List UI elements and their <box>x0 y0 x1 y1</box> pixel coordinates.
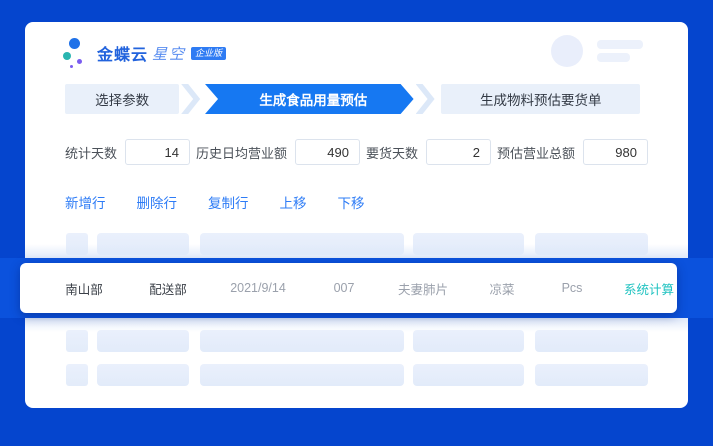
historical-daily-turnover-input[interactable] <box>295 139 360 165</box>
param-historical-daily-turnover: 历史日均营业额 <box>196 139 360 165</box>
move-down-link[interactable]: 下移 <box>338 192 365 212</box>
user-name-placeholder <box>597 40 643 49</box>
skeleton-bar <box>413 364 524 386</box>
logo-dot-teal <box>63 52 71 60</box>
param-label: 要货天数 <box>366 143 418 162</box>
step-wizard: 选择参数 生成食品用量预估 生成物料预估要货单 <box>65 84 640 114</box>
user-info-placeholder <box>597 40 643 62</box>
brand-name-primary: 金蝶云 <box>97 41 148 65</box>
page-background: 金蝶云 星空 企业版 选择参数 生成食品用量预估 生成物料预估要货单 <box>0 0 713 446</box>
table-row-skeleton <box>66 330 648 352</box>
brand-name-secondary: 星空 <box>152 43 186 64</box>
param-statistics-days: 统计天数 <box>65 139 190 165</box>
cell-code: 007 <box>306 281 382 295</box>
step-label: 生成物料预估要货单 <box>480 89 602 109</box>
kingdee-logo-icon <box>63 37 89 69</box>
table-row-skeleton <box>66 364 648 386</box>
checkbox-placeholder <box>66 330 88 352</box>
move-up-link[interactable]: 上移 <box>280 192 307 212</box>
cell-date: 2021/9/14 <box>210 281 306 295</box>
step-label: 选择参数 <box>95 89 149 109</box>
cell-unit: Pcs <box>540 281 604 295</box>
app-logo: 金蝶云 星空 企业版 <box>63 36 226 70</box>
parameter-bar: 统计天数 历史日均营业额 要货天数 预估营业总额 <box>65 139 648 165</box>
step-label: 生成食品用量预估 <box>259 89 367 109</box>
step-select-parameters[interactable]: 选择参数 <box>65 84 179 114</box>
highlighted-table-row[interactable]: 南山部 配送部 2021/9/14 007 夫妻肺片 凉菜 Pcs 系统计算 <box>20 263 677 313</box>
copy-row-link[interactable]: 复制行 <box>208 192 249 212</box>
checkbox-placeholder <box>66 364 88 386</box>
cell-store: 南山部 <box>42 279 126 298</box>
chevron-separator-icon <box>181 84 203 114</box>
step-generate-food-estimate[interactable]: 生成食品用量预估 <box>205 84 414 114</box>
logo-dot-tiny <box>70 65 73 68</box>
add-row-link[interactable]: 新增行 <box>65 192 106 212</box>
order-days-input[interactable] <box>426 139 491 165</box>
param-label: 历史日均营业额 <box>196 143 287 162</box>
logo-dot-purple <box>77 59 82 64</box>
logo-dot-blue <box>69 38 80 49</box>
grid-toolbar: 新增行 删除行 复制行 上移 下移 <box>65 192 365 212</box>
skeleton-bar <box>200 330 404 352</box>
delete-row-link[interactable]: 删除行 <box>137 192 178 212</box>
skeleton-bar <box>97 364 189 386</box>
param-label: 预估营业总额 <box>497 143 575 162</box>
cell-calc-method: 系统计算 <box>604 279 694 298</box>
chevron-separator-icon <box>416 84 438 114</box>
estimated-total-turnover-input[interactable] <box>583 139 648 165</box>
skeleton-bar <box>200 364 404 386</box>
param-estimated-total-turnover: 预估营业总额 <box>497 139 648 165</box>
edition-badge: 企业版 <box>191 47 226 60</box>
cell-dish: 夫妻肺片 <box>382 279 464 298</box>
param-label: 统计天数 <box>65 143 117 162</box>
skeleton-bar <box>413 330 524 352</box>
avatar[interactable] <box>551 35 583 67</box>
spotlight-fade-top <box>25 244 688 258</box>
user-area <box>551 35 643 67</box>
statistics-days-input[interactable] <box>125 139 190 165</box>
skeleton-bar <box>535 364 648 386</box>
skeleton-bar <box>535 330 648 352</box>
cell-category: 凉菜 <box>464 279 540 298</box>
cell-department: 配送部 <box>126 279 210 298</box>
step-generate-material-order[interactable]: 生成物料预估要货单 <box>441 84 640 114</box>
user-role-placeholder <box>597 53 630 62</box>
param-order-days: 要货天数 <box>366 139 491 165</box>
skeleton-bar <box>97 330 189 352</box>
main-panel: 金蝶云 星空 企业版 选择参数 生成食品用量预估 生成物料预估要货单 <box>25 22 688 408</box>
